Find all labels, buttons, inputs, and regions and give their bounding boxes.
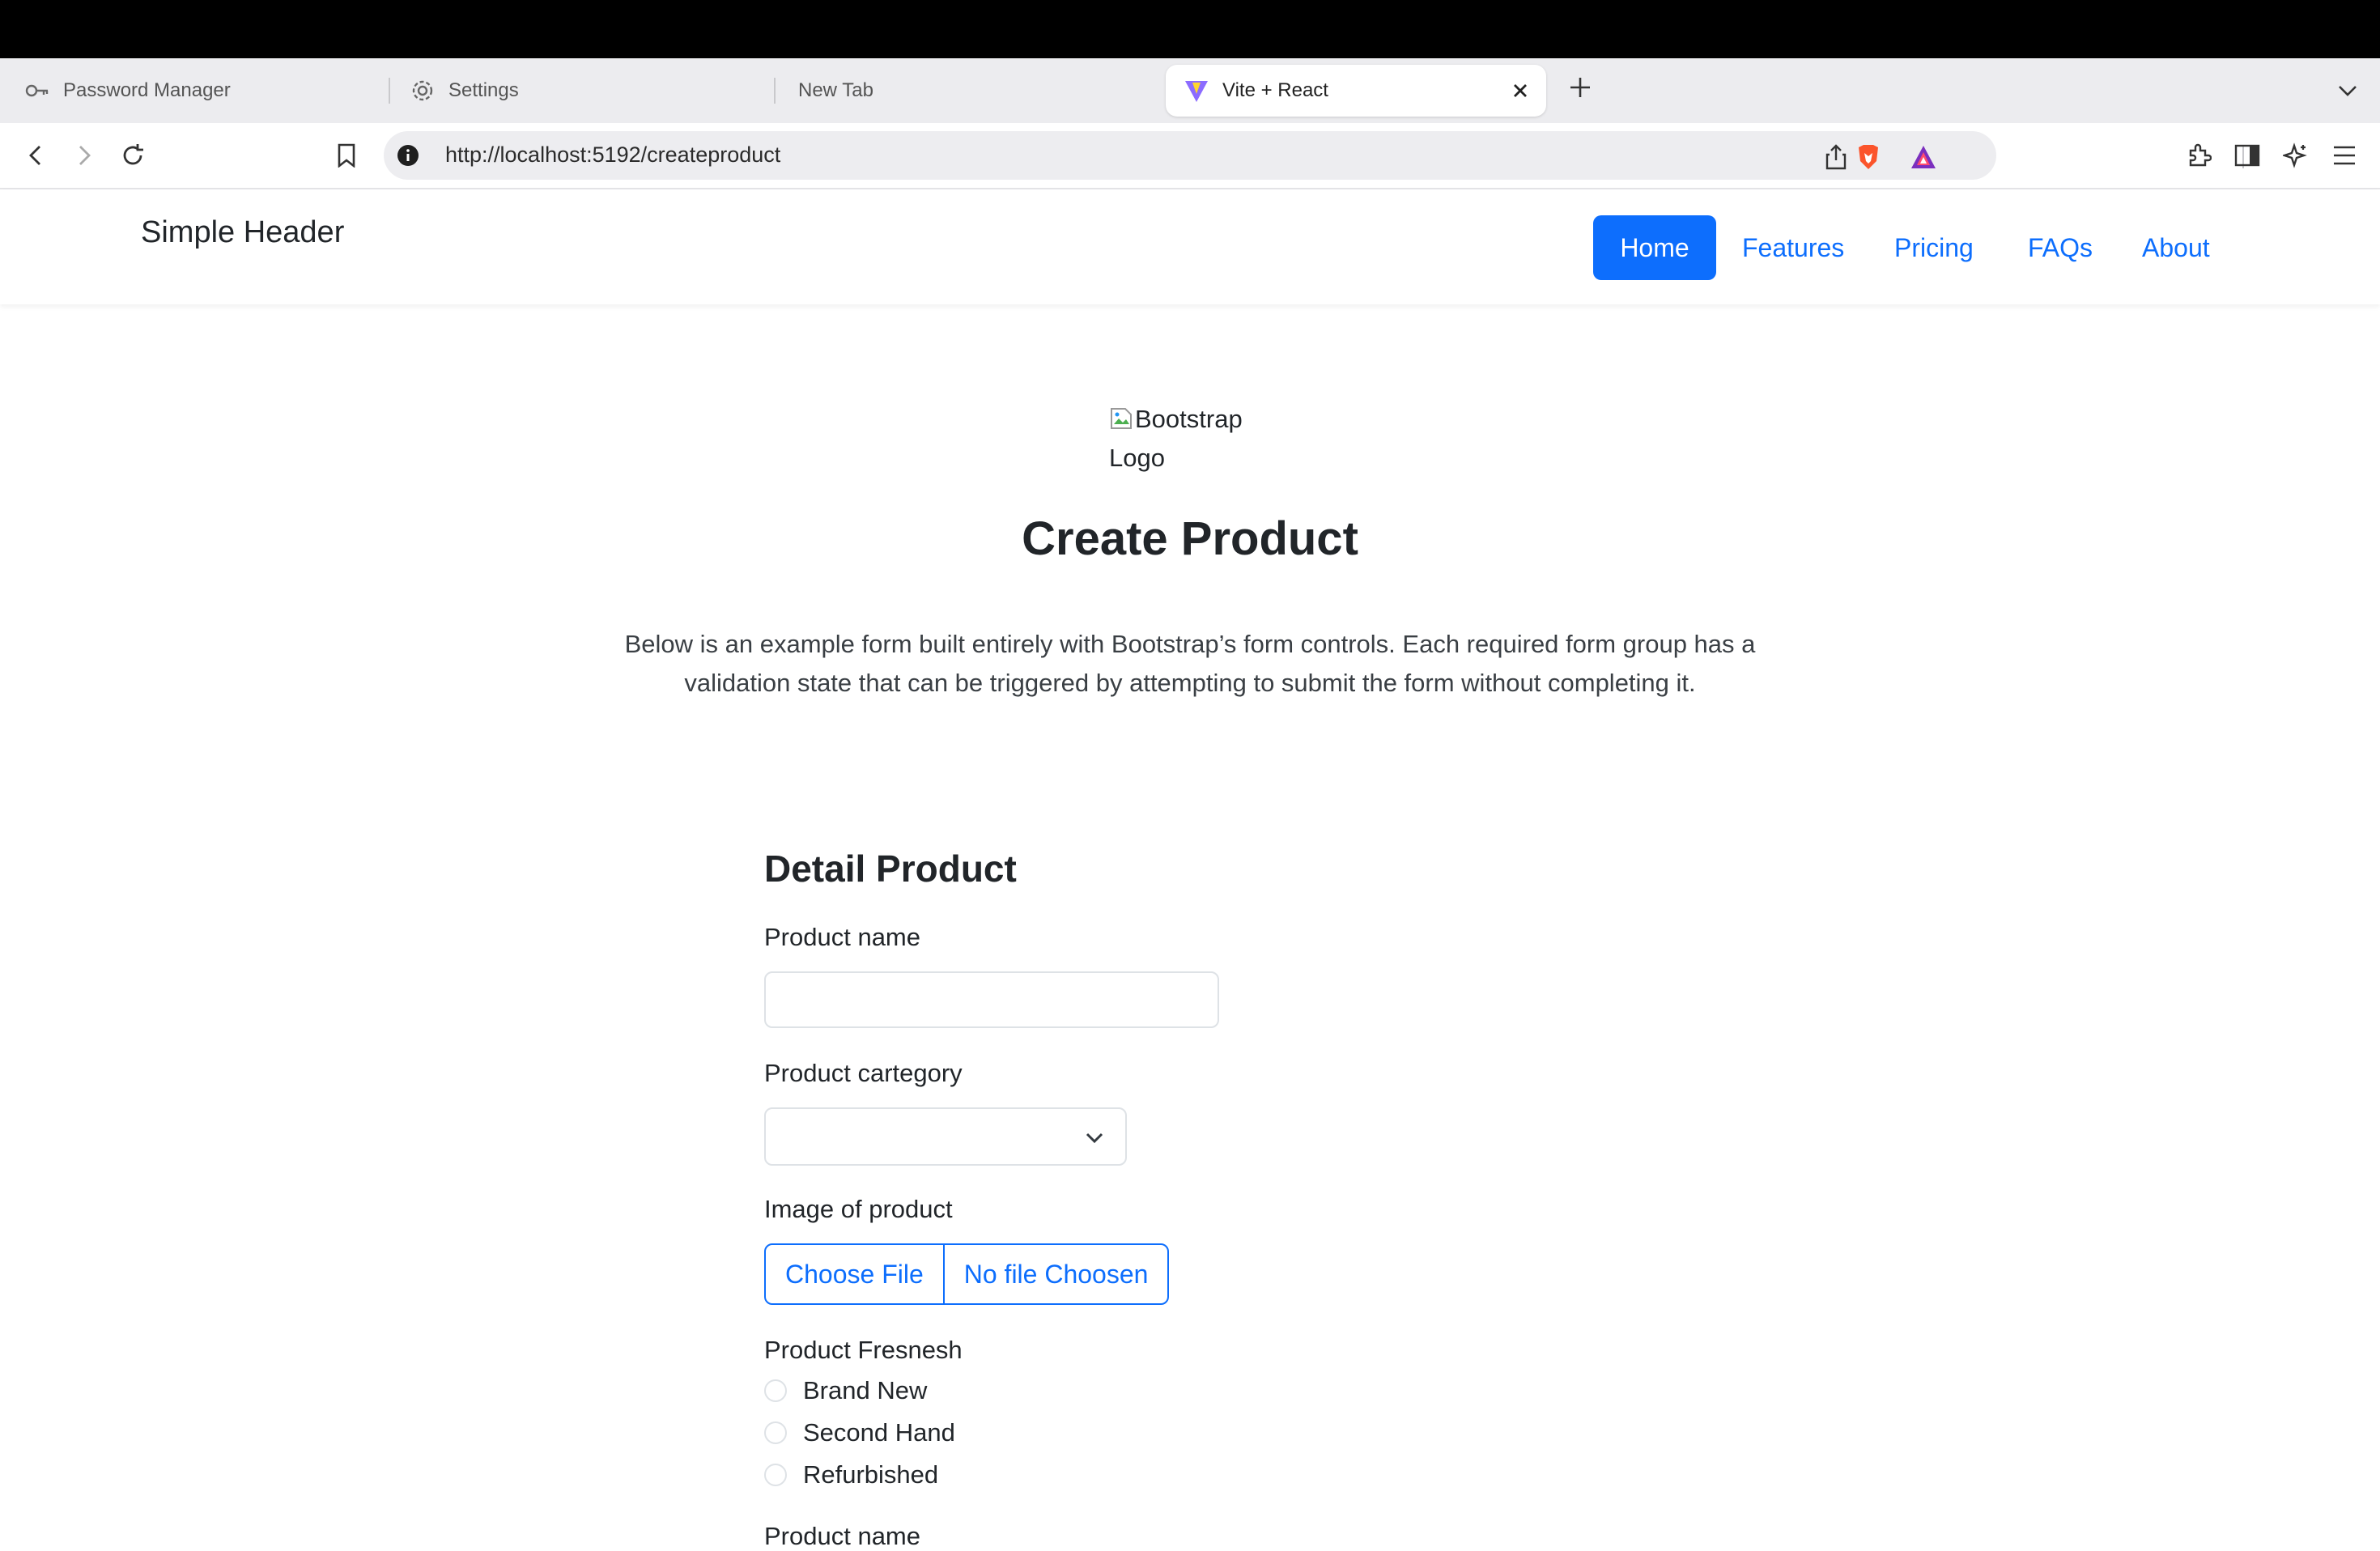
bookmark-icon[interactable] — [330, 139, 363, 172]
logo-alt-text-line1: Bootstrap — [1135, 405, 1243, 433]
nav-about[interactable]: About — [2142, 215, 2210, 280]
nav-faqs[interactable]: FAQs — [2028, 215, 2093, 280]
tab-strip: Password Manager Settings New Tab Vite +… — [0, 58, 2380, 123]
section-title: Detail Product — [764, 848, 1017, 890]
share-icon[interactable] — [1821, 142, 1851, 172]
radio-second-hand[interactable]: Second Hand — [764, 1417, 955, 1449]
new-tab-plus-icon[interactable] — [1564, 71, 1596, 104]
product-name-input[interactable] — [764, 971, 1219, 1028]
product-name-label: Product name — [764, 923, 920, 951]
browser-toolbar: http://localhost:5192/createproduct — [0, 123, 2380, 189]
radio-label: Brand New — [803, 1376, 928, 1404]
choose-file-button[interactable]: Choose File — [766, 1245, 945, 1303]
nav-home[interactable]: Home — [1593, 215, 1716, 280]
radio-refurbished[interactable]: Refurbished — [764, 1459, 938, 1491]
tab-label: Vite + React — [1222, 79, 1328, 101]
file-status-text: No file Choosen — [963, 1259, 1149, 1289]
logo-alt-text-line2: Logo — [1109, 444, 1165, 472]
bootstrap-logo-broken-image: Bootstrap Logo — [1109, 400, 1271, 478]
info-icon[interactable] — [397, 144, 419, 167]
radio-button[interactable] — [764, 1464, 787, 1486]
tab-label: Password Manager — [63, 79, 231, 101]
nav-pricing[interactable]: Pricing — [1894, 215, 1974, 280]
menu-icon[interactable] — [2328, 139, 2361, 172]
gear-icon — [408, 76, 437, 105]
radio-brand-new[interactable]: Brand New — [764, 1375, 927, 1407]
product-category-select[interactable] — [764, 1107, 1127, 1166]
tab-new-tab[interactable]: New Tab — [798, 65, 1154, 117]
product-category-label: Product cartegory — [764, 1059, 963, 1087]
brave-rewards-icon[interactable] — [1909, 142, 1938, 172]
leo-ai-icon[interactable] — [2280, 139, 2312, 172]
file-input[interactable]: Choose File No file Choosen — [764, 1243, 1170, 1305]
sidebar-icon[interactable] — [2231, 139, 2263, 172]
radio-button[interactable] — [764, 1379, 787, 1402]
tab-label: New Tab — [798, 79, 873, 101]
nav-features[interactable]: Features — [1742, 215, 1844, 280]
forward-icon[interactable] — [68, 139, 100, 172]
address-bar[interactable]: http://localhost:5192/createproduct — [384, 131, 2244, 180]
vite-logo-icon — [1182, 76, 1211, 105]
site-brand[interactable]: Simple Header — [141, 215, 344, 250]
brave-shield-icon[interactable] — [1854, 142, 1883, 172]
chevron-down-icon[interactable] — [2331, 74, 2364, 107]
radio-label: Second Hand — [803, 1418, 955, 1447]
tab-label: Settings — [448, 79, 519, 101]
window-top-bar — [0, 0, 2380, 58]
product-name-label-2: Product name — [764, 1522, 920, 1550]
tab-settings[interactable]: Settings — [408, 65, 764, 117]
key-icon — [23, 76, 52, 105]
lead-paragraph: Below is an example form built entirely … — [624, 630, 1756, 697]
image-of-product-label: Image of product — [764, 1195, 953, 1223]
tab-vite-react[interactable]: Vite + React — [1166, 65, 1546, 117]
chevron-down-icon — [1086, 1132, 1103, 1144]
tab-password-manager[interactable]: Password Manager — [23, 65, 379, 117]
reload-icon[interactable] — [117, 139, 149, 172]
tab-separator — [389, 78, 390, 104]
back-icon[interactable] — [19, 139, 52, 172]
product-freshness-label: Product Fresnesh — [764, 1336, 963, 1364]
broken-image-icon — [1111, 408, 1132, 429]
radio-button[interactable] — [764, 1421, 787, 1444]
close-icon[interactable] — [1507, 78, 1533, 104]
radio-label: Refurbished — [803, 1460, 939, 1489]
site-header: Simple Header Home Features Pricing FAQs… — [0, 189, 2380, 304]
extensions-icon[interactable] — [2182, 139, 2215, 172]
url-text[interactable]: http://localhost:5192/createproduct — [445, 142, 780, 168]
tab-separator — [774, 78, 776, 104]
page-title: Create Product — [1022, 512, 1358, 565]
